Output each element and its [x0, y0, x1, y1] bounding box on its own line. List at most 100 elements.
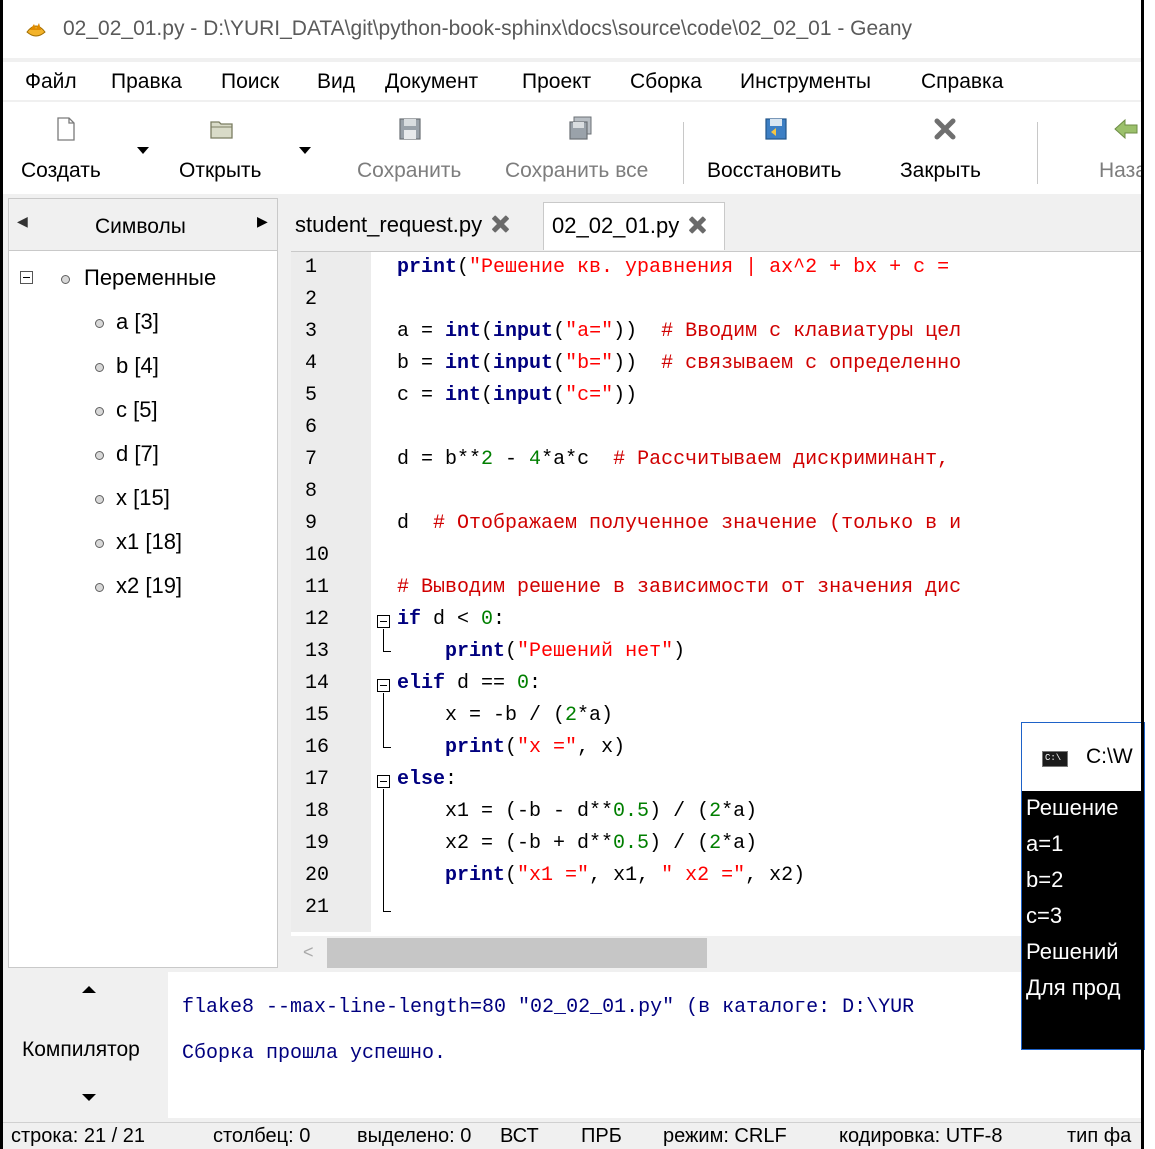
line-number: 13 — [305, 640, 330, 663]
tab-symbols[interactable]: Символы — [95, 215, 186, 239]
variable-icon — [95, 495, 104, 504]
code-line[interactable]: d = b**2 - 4*a*c # Рассчитываем дискрими… — [397, 448, 949, 471]
new-dropdown-icon[interactable] — [137, 147, 149, 154]
compiler-output[interactable]: flake8 --max-line-length=80 "02_02_01.py… — [168, 972, 1143, 1118]
tree-group-variables[interactable]: Переменные — [84, 265, 216, 291]
save-all-label: Сохранить все — [505, 159, 649, 182]
code-line[interactable]: print("x =", x) — [397, 736, 625, 759]
code-line[interactable]: a = int(input("a=")) # Вводим с клавиату… — [397, 320, 961, 343]
tree-item[interactable]: c [5] — [116, 397, 158, 423]
code-token: c = — [397, 384, 446, 407]
code-token: ( — [505, 736, 518, 759]
code-token: a = — [397, 320, 446, 343]
code-token: ) / ( — [649, 832, 710, 855]
code-line[interactable]: x = -b / (2*a) — [397, 704, 613, 727]
variable-icon — [95, 451, 104, 460]
new-file-icon — [57, 117, 75, 141]
collapse-toggle-icon[interactable] — [20, 271, 33, 284]
menu-view[interactable]: Вид — [317, 70, 355, 94]
tab-scroll-right-icon[interactable]: ▶ — [257, 213, 268, 230]
status-selection: выделено: 0 — [357, 1125, 472, 1147]
fold-toggle-icon[interactable] — [377, 615, 390, 628]
new-button[interactable]: Создать — [21, 102, 121, 194]
code-token: *a) — [577, 704, 614, 727]
code-line[interactable]: c = int(input("c=")) — [397, 384, 637, 407]
code-line[interactable]: if d < 0: — [397, 608, 505, 631]
sidebar: ◀ Символы ▶ Переменные a [3] b [4] c [5]… — [8, 198, 278, 968]
code-line[interactable]: elif d == 0: — [397, 672, 541, 695]
menu-help[interactable]: Справка — [921, 70, 1003, 94]
close-tab-icon[interactable] — [687, 215, 707, 235]
menu-tools[interactable]: Инструменты — [740, 70, 871, 94]
code-token: # Рассчитываем дискриминант, — [613, 448, 950, 471]
tab-compiler[interactable]: Компилятор — [22, 1038, 140, 1062]
toolbar-separator — [683, 122, 684, 184]
close-button[interactable]: Закрыть — [900, 102, 1000, 194]
code-line[interactable]: print("x1 =", x1, " x2 =", x2) — [397, 864, 805, 887]
code-line[interactable]: print("Решений нет") — [397, 640, 685, 663]
tree-item[interactable]: a [3] — [116, 309, 159, 335]
code-line[interactable]: x1 = (-b - d**0.5) / (2*a) — [397, 800, 757, 823]
console-title-bar[interactable]: C:\W — [1022, 723, 1144, 791]
code-editor[interactable]: 1 2 3 4 5 6 7 8 9 10 11 12 13 14 15 16 17 18 19 20 21 print(… — [291, 251, 1143, 969]
code-token: *a*c — [541, 448, 614, 471]
code-line[interactable]: d # Отображаем полученное значение (толь… — [397, 512, 961, 535]
line-number: 21 — [305, 896, 330, 919]
code-line[interactable]: print("Решение кв. уравнения | ax^2 + bx… — [397, 256, 961, 279]
open-dropdown-icon[interactable] — [299, 147, 311, 154]
code-line[interactable]: # Выводим решение в зависимости от значе… — [397, 576, 961, 599]
close-tab-icon[interactable] — [490, 214, 510, 234]
code-token: print — [397, 256, 458, 279]
fold-toggle-icon[interactable] — [377, 775, 390, 788]
code-token: int — [445, 320, 482, 343]
tree-item[interactable]: x1 [18] — [116, 529, 182, 555]
compiler-message[interactable]: flake8 --max-line-length=80 "02_02_01.py… — [182, 996, 914, 1019]
tab-02-02-01[interactable]: 02_02_01.py — [543, 202, 725, 250]
code-line[interactable]: x2 = (-b + d**0.5) / (2*a) — [397, 832, 757, 855]
revert-button[interactable]: Восстановить — [707, 102, 857, 194]
fold-toggle-icon[interactable] — [377, 679, 390, 692]
code-token: "x =" — [517, 736, 578, 759]
scroll-left-icon[interactable]: < — [303, 942, 314, 963]
tree-item[interactable]: x [15] — [116, 485, 170, 511]
menu-build[interactable]: Сборка — [630, 70, 702, 94]
back-button[interactable]: Наза — [1097, 102, 1143, 194]
menu-edit[interactable]: Правка — [111, 70, 182, 94]
line-number: 10 — [305, 544, 330, 567]
window-edge — [1141, 0, 1144, 1149]
tree-item[interactable]: b [4] — [116, 353, 159, 379]
menu-file[interactable]: Файл — [25, 70, 77, 94]
open-button[interactable]: Открыть — [179, 102, 279, 194]
code-token: ( — [457, 256, 470, 279]
tree-item[interactable]: x2 [19] — [116, 573, 182, 599]
code-token: 2 — [481, 448, 494, 471]
code-token: print — [445, 736, 506, 759]
save-button[interactable]: Сохранить — [357, 102, 477, 194]
code-line[interactable]: b = int(input("b=")) # связываем с опред… — [397, 352, 961, 375]
tab-scroll-left-icon[interactable]: ◀ — [17, 213, 28, 230]
tab-scroll-up-icon[interactable] — [82, 986, 96, 993]
back-label: Наза — [1099, 159, 1143, 182]
menu-document[interactable]: Документ — [385, 70, 478, 94]
code-token: ) / ( — [649, 800, 710, 823]
save-all-button[interactable]: Сохранить все — [505, 102, 665, 194]
code-token: , x) — [577, 736, 626, 759]
fold-line — [383, 789, 384, 911]
menu-project[interactable]: Проект — [522, 70, 591, 94]
code-token: "Решение кв. уравнения | ax^2 + bx + c = — [469, 256, 962, 279]
code-token: : — [445, 768, 458, 791]
tree-item[interactable]: d [7] — [116, 441, 159, 467]
code-token: ( — [505, 640, 518, 663]
geany-logo-icon — [26, 23, 46, 37]
horizontal-scrollbar[interactable]: < — [291, 936, 1143, 969]
console-window[interactable]: C:\W Решение a=1 b=2 c=3 Решений Для про… — [1021, 722, 1145, 1050]
scrollbar-thumb[interactable] — [327, 938, 707, 968]
close-icon — [934, 118, 956, 140]
compiler-message[interactable]: Сборка прошла успешно. — [182, 1042, 446, 1065]
menu-search[interactable]: Поиск — [221, 70, 279, 94]
tab-scroll-down-icon[interactable] — [82, 1094, 96, 1101]
code-line[interactable]: else: — [397, 768, 457, 791]
code-token: )) — [613, 320, 662, 343]
